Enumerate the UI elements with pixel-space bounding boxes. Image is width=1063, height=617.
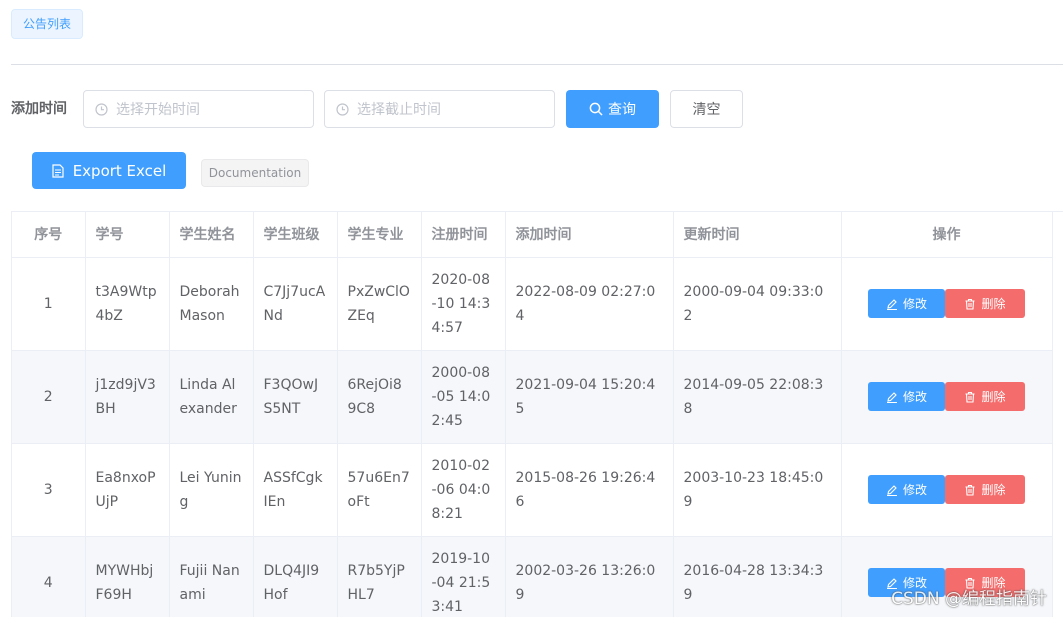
start-time-input[interactable]: 选择开始时间	[83, 90, 314, 128]
cell-student-class: C7Jj7ucANd	[253, 257, 338, 351]
cell-index: 3	[12, 443, 86, 537]
cell-added-time: 2021-09-04 15:20:45	[505, 350, 674, 444]
documentation-label: Documentation	[208, 166, 302, 180]
cell-updated-time: 2014-09-05 22:08:38	[673, 350, 842, 444]
header-index: 序号	[12, 212, 86, 258]
csdn-watermark: CSDN @编程指南针	[891, 589, 1047, 609]
cell-student-major: 6RejOi89C8	[337, 350, 422, 444]
header-student-id: 学号	[85, 212, 170, 258]
trash-icon	[964, 484, 976, 496]
edit-button-label: 修改	[902, 389, 927, 404]
edit-icon	[886, 484, 898, 496]
search-icon	[589, 102, 603, 116]
student-table: 序号 学号 学生姓名 学生班级 学生专业 注册时间 添加时间 更新时间 操作 1…	[11, 211, 1063, 617]
delete-button-label: 删除	[981, 296, 1006, 311]
header-updated-time: 更新时间	[673, 212, 842, 258]
cell-student-id: MYWHbjF69H	[85, 536, 170, 617]
cell-student-id: Ea8nxoPUjP	[85, 443, 170, 537]
document-icon	[52, 163, 64, 178]
cell-student-class: F3QOwJS5NT	[253, 350, 338, 444]
cell-index: 1	[12, 257, 86, 351]
cell-added-time: 2002-03-26 13:26:09	[505, 536, 674, 617]
cell-updated-time: 2016-04-28 13:34:39	[673, 536, 842, 617]
delete-button[interactable]: 删除	[945, 382, 1025, 411]
header-student-name: 学生姓名	[169, 212, 254, 258]
cell-student-major: 57u6En7oFt	[337, 443, 422, 537]
cell-student-major: R7b5YjPHL7	[337, 536, 422, 617]
header-student-class: 学生班级	[253, 212, 338, 258]
notice-list-tag[interactable]: 公告列表	[11, 9, 84, 39]
cell-student-major: PxZwClOZEq	[337, 257, 422, 351]
delete-button[interactable]: 删除	[945, 475, 1025, 504]
header-student-major: 学生专业	[337, 212, 422, 258]
search-button-label: 查询	[608, 102, 636, 118]
delete-button[interactable]: 删除	[945, 289, 1025, 318]
documentation-button[interactable]: Documentation	[201, 159, 309, 187]
cell-index: 4	[12, 536, 86, 617]
cell-actions: 修改 删除	[841, 443, 1053, 537]
edit-button[interactable]: 修改	[868, 382, 945, 411]
edit-icon	[886, 391, 898, 403]
cell-added-time: 2022-08-09 02:27:04	[505, 257, 674, 351]
cell-registered-time: 2020-08-10 14:34:57	[421, 257, 506, 351]
cell-student-name: Lei Yuning	[169, 443, 254, 537]
header-actions: 操作	[841, 212, 1053, 258]
start-time-placeholder: 选择开始时间	[116, 102, 200, 118]
divider	[11, 64, 1063, 65]
table-header-row: 序号 学号 学生姓名 学生班级 学生专业 注册时间 添加时间 更新时间 操作	[12, 212, 1053, 258]
cell-registered-time: 2010-02-06 04:08:21	[421, 443, 506, 537]
delete-button-label: 删除	[981, 482, 1006, 497]
edit-button[interactable]: 修改	[868, 289, 945, 318]
cell-registered-time: 2019-10-04 21:53:41	[421, 536, 506, 617]
delete-button-label: 删除	[981, 389, 1006, 404]
cell-registered-time: 2000-08-05 14:02:45	[421, 350, 506, 444]
cell-student-id: t3A9Wtp4bZ	[85, 257, 170, 351]
export-excel-button[interactable]: Export Excel	[32, 152, 186, 189]
clock-icon	[95, 102, 108, 116]
cell-actions: 修改 删除	[841, 350, 1053, 444]
cell-actions: 修改 删除	[841, 257, 1053, 351]
edit-button-label: 修改	[902, 482, 927, 497]
trash-icon	[964, 391, 976, 403]
table-row: 2 j1zd9jV3BH Linda Alexander F3QOwJS5NT …	[12, 350, 1053, 444]
header-added-time: 添加时间	[505, 212, 674, 258]
search-button[interactable]: 查询	[566, 90, 659, 128]
cell-student-name: Deborah Mason	[169, 257, 254, 351]
end-time-input[interactable]: 选择截止时间	[324, 90, 555, 128]
cell-student-name: Fujii Nanami	[169, 536, 254, 617]
edit-button-label: 修改	[902, 296, 927, 311]
edit-icon	[886, 298, 898, 310]
end-time-placeholder: 选择截止时间	[357, 102, 441, 118]
clear-button[interactable]: 清空	[670, 90, 743, 128]
cell-student-class: DLQ4JI9Hof	[253, 536, 338, 617]
clear-button-label: 清空	[692, 102, 721, 118]
header-registered-time: 注册时间	[421, 212, 506, 258]
clock-icon	[336, 102, 349, 116]
cell-student-name: Linda Alexander	[169, 350, 254, 444]
table-row: 1 t3A9Wtp4bZ Deborah Mason C7Jj7ucANd Px…	[12, 257, 1053, 351]
added-time-label: 添加时间	[11, 101, 67, 117]
export-excel-label: Export Excel	[72, 161, 167, 180]
trash-icon	[964, 298, 976, 310]
cell-updated-time: 2000-09-04 09:33:02	[673, 257, 842, 351]
table-row: 3 Ea8nxoPUjP Lei Yuning ASSfCgkIEn 57u6E…	[12, 443, 1053, 537]
cell-added-time: 2015-08-26 19:26:46	[505, 443, 674, 537]
edit-button[interactable]: 修改	[868, 475, 945, 504]
cell-student-id: j1zd9jV3BH	[85, 350, 170, 444]
cell-updated-time: 2003-10-23 18:45:09	[673, 443, 842, 537]
cell-index: 2	[12, 350, 86, 444]
cell-student-class: ASSfCgkIEn	[253, 443, 338, 537]
